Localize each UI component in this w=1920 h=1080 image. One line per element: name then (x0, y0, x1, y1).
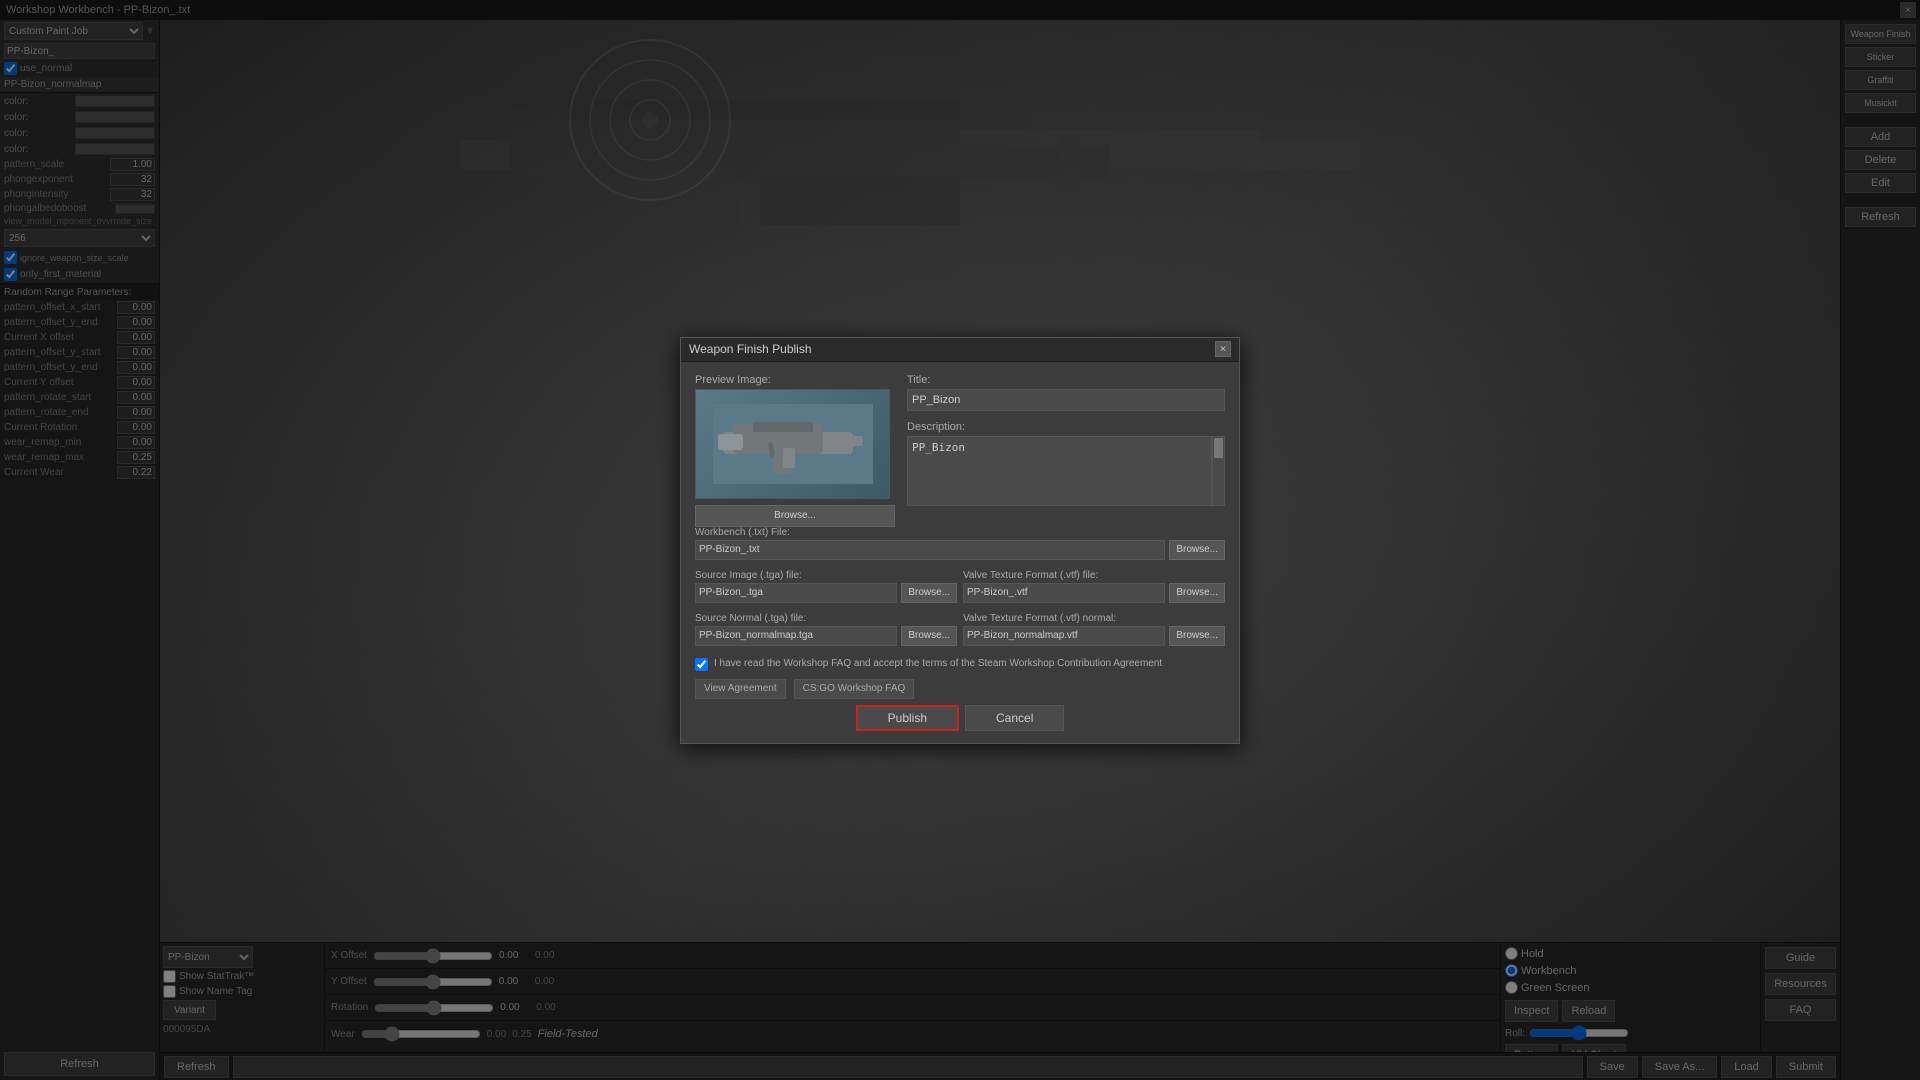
source-normal-browse[interactable]: Browse... (901, 626, 957, 646)
description-label: Description: (907, 421, 1225, 433)
publish-modal: Weapon Finish Publish × Preview Image: (680, 337, 1240, 744)
title-input[interactable] (907, 389, 1225, 411)
modal-close-button[interactable]: × (1215, 341, 1231, 357)
vtf-normal-label: Valve Texture Format (.vtf) normal: (963, 613, 1225, 624)
source-image-input[interactable] (695, 583, 897, 603)
modal-preview-col: Preview Image: (695, 374, 895, 527)
modal-action-buttons: Publish Cancel (695, 705, 1225, 731)
title-label: Title: (907, 374, 1225, 386)
vtf-col: Valve Texture Format (.vtf) file: Browse… (963, 570, 1225, 607)
workbench-file-input[interactable] (695, 540, 1165, 560)
vtf-normal-input[interactable] (963, 626, 1165, 646)
modal-description-section: Description: PP_Bizon (907, 421, 1225, 506)
publish-button[interactable]: Publish (856, 705, 959, 731)
source-image-label: Source Image (.tga) file: (695, 570, 957, 581)
source-image-browse[interactable]: Browse... (901, 583, 957, 603)
source-normal-col: Source Normal (.tga) file: Browse... (695, 613, 957, 650)
workbench-file-section: Workbench (.txt) File: Browse... (695, 527, 1225, 560)
vtf-browse[interactable]: Browse... (1169, 583, 1225, 603)
preview-browse-button[interactable]: Browse... (695, 505, 895, 527)
modal-top-section: Preview Image: (695, 374, 1225, 527)
preview-image-label: Preview Image: (695, 374, 895, 386)
vtf-label: Valve Texture Format (.vtf) file: (963, 570, 1225, 581)
description-wrapper: PP_Bizon (907, 436, 1225, 506)
description-scrollbar[interactable] (1212, 436, 1225, 506)
vtf-input[interactable] (963, 583, 1165, 603)
scrollbar-thumb (1214, 438, 1223, 458)
vtf-normal-col: Valve Texture Format (.vtf) normal: Brow… (963, 613, 1225, 650)
source-image-row: Browse... (695, 583, 957, 603)
agreement-row: I have read the Workshop FAQ and accept … (695, 658, 1225, 671)
source-normal-row: Browse... (695, 626, 957, 646)
csgo-faq-button[interactable]: CS:GO Workshop FAQ (794, 679, 915, 699)
source-image-col: Source Image (.tga) file: Browse... (695, 570, 957, 607)
view-agreement-button[interactable]: View Agreement (695, 679, 786, 699)
modal-title-desc-col: Title: Description: PP_Bizon (907, 374, 1225, 527)
workbench-file-label: Workbench (.txt) File: (695, 527, 1225, 538)
vtf-normal-row: Browse... (963, 626, 1225, 646)
modal-body: Preview Image: (681, 362, 1239, 743)
source-normal-label: Source Normal (.tga) file: (695, 613, 957, 624)
cancel-button[interactable]: Cancel (965, 705, 1064, 731)
workbench-browse-button[interactable]: Browse... (1169, 540, 1225, 560)
modal-link-buttons: View Agreement CS:GO Workshop FAQ (695, 679, 1225, 699)
modal-title-section: Title: (907, 374, 1225, 411)
files-grid: Source Image (.tga) file: Browse... Valv… (695, 570, 1225, 650)
agreement-text: I have read the Workshop FAQ and accept … (714, 658, 1162, 669)
vtf-normal-browse[interactable]: Browse... (1169, 626, 1225, 646)
modal-overlay: Weapon Finish Publish × Preview Image: (0, 0, 1920, 1080)
vtf-row: Browse... (963, 583, 1225, 603)
modal-titlebar: Weapon Finish Publish × (681, 338, 1239, 362)
preview-weapon-svg (713, 404, 873, 484)
workbench-file-row: Browse... (695, 540, 1225, 560)
description-textarea[interactable]: PP_Bizon (907, 436, 1212, 506)
agreement-checkbox[interactable] (695, 658, 708, 671)
source-normal-input[interactable] (695, 626, 897, 646)
preview-image (695, 389, 890, 499)
modal-title: Weapon Finish Publish (689, 342, 812, 356)
